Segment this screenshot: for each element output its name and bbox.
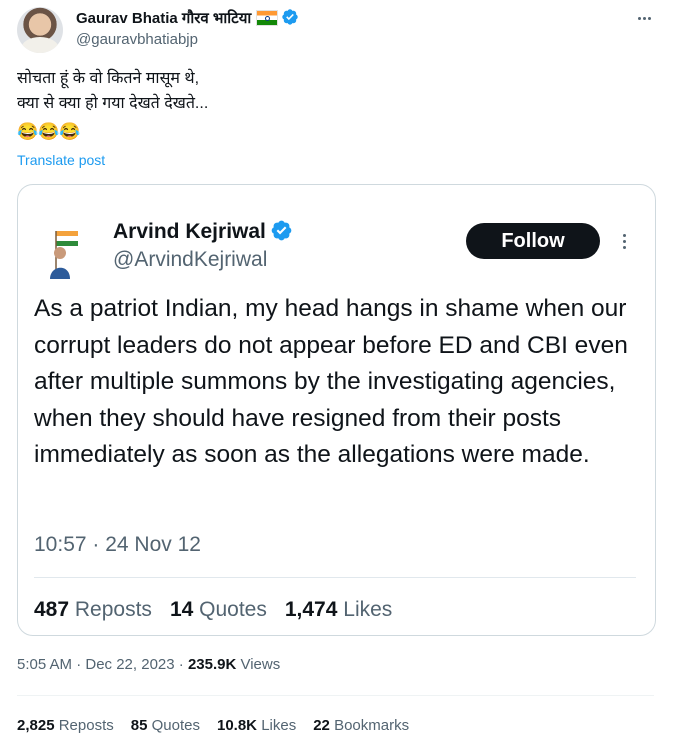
quoted-quotes-label[interactable]: Quotes — [199, 598, 267, 621]
likes-label[interactable]: Likes — [261, 717, 296, 734]
india-flag-icon — [256, 10, 279, 26]
author-handle[interactable]: @gauravbhatiabjp — [76, 30, 198, 50]
quotes-label[interactable]: Quotes — [152, 717, 200, 734]
translate-post-link[interactable]: Translate post — [17, 150, 105, 170]
quoted-post-text: As a patriot Indian, my head hangs in sh… — [34, 295, 628, 468]
reposts-count[interactable]: 2,825 — [17, 717, 55, 734]
more-options-icon[interactable] — [632, 8, 656, 28]
post-timestamp[interactable]: 5:05 AM · Dec 22, 2023 · — [17, 656, 184, 673]
views-count: 235.9K — [187, 656, 237, 673]
quoted-author-handle[interactable]: @ArvindKejriwal — [113, 247, 267, 273]
quoted-post-card[interactable]: Arvind Kejriwal @ArvindKejriwal Follow A… — [17, 184, 656, 636]
quoted-likes-count[interactable]: 1,474 — [285, 598, 338, 621]
divider — [17, 695, 654, 696]
engagement-stats: 2,825 Reposts 85 Quotes 10.8K Likes 22 Book… — [17, 716, 409, 736]
reposts-label[interactable]: Reposts — [59, 717, 114, 734]
quoted-author-avatar — [50, 231, 78, 279]
quoted-post-timestamp[interactable]: 10:57 · 24 Nov 12 — [34, 532, 201, 558]
bookmarks-count[interactable]: 22 — [313, 717, 330, 734]
post-text: सोचता हूं के वो कितने मासूम थे, क्या से … — [17, 70, 209, 112]
post-emojis: 😂😂😂 — [17, 122, 81, 141]
quoted-likes-label[interactable]: Likes — [343, 598, 392, 621]
verified-badge-icon — [282, 9, 299, 25]
quoted-author-name[interactable]: Arvind Kejriwal — [113, 220, 266, 243]
quoted-stats: 487 Reposts 14 Quotes 1,474 Likes — [34, 597, 392, 623]
quoted-quotes-count[interactable]: 14 — [170, 598, 193, 621]
follow-button[interactable]: Follow — [466, 223, 600, 259]
verified-badge-icon — [271, 220, 292, 241]
quoted-more-options-icon[interactable] — [620, 229, 628, 253]
bookmarks-label[interactable]: Bookmarks — [334, 717, 409, 734]
quoted-divider — [34, 577, 636, 578]
author-name[interactable]: Gaurav Bhatia गौरव भाटिया — [76, 10, 251, 27]
quoted-reposts-count[interactable]: 487 — [34, 598, 69, 621]
likes-count[interactable]: 10.8K — [217, 717, 257, 734]
author-name-row[interactable]: Gaurav Bhatia गौरव भाटिया — [76, 8, 299, 29]
quoted-author-name-row[interactable]: Arvind Kejriwal — [113, 219, 293, 245]
post-meta: 5:05 AM · Dec 22, 2023 · 235.9K Views — [17, 655, 280, 675]
author-avatar[interactable] — [17, 7, 63, 53]
quoted-reposts-label[interactable]: Reposts — [75, 598, 152, 621]
quotes-count[interactable]: 85 — [131, 717, 148, 734]
views-label: Views — [240, 656, 281, 673]
